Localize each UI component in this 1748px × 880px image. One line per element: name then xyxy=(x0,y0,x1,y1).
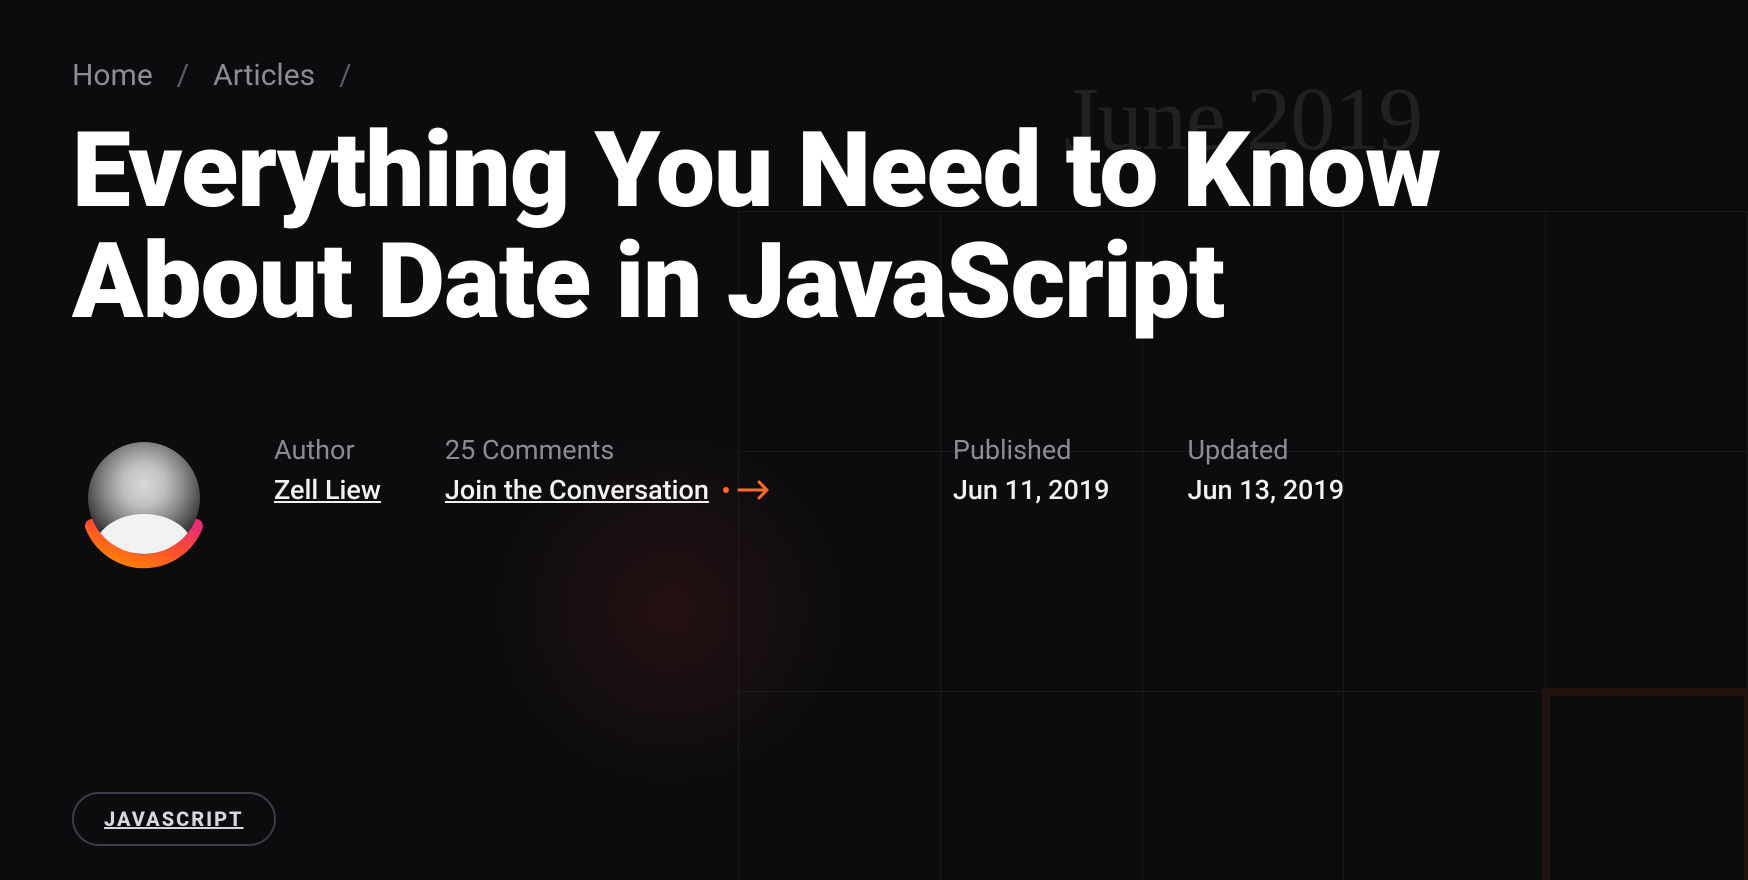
updated-date: Jun 13, 2019 xyxy=(1188,474,1345,506)
meta-row: Author Zell Liew 25 Comments Join the Co… xyxy=(72,434,1676,578)
published-date: Jun 11, 2019 xyxy=(953,474,1110,506)
avatar-image xyxy=(88,442,200,554)
breadcrumb-separator: / xyxy=(177,58,189,93)
tag-javascript[interactable]: JAVASCRIPT xyxy=(72,792,276,846)
breadcrumb-home[interactable]: Home xyxy=(72,58,153,93)
breadcrumb: Home / Articles / xyxy=(72,58,1676,93)
author-name-link[interactable]: Zell Liew xyxy=(274,474,381,506)
meta-comments: 25 Comments Join the Conversation xyxy=(445,434,771,506)
page-title: Everything You Need to Know About Date i… xyxy=(72,115,1676,338)
published-label: Published xyxy=(953,434,1110,466)
meta-author: Author Zell Liew xyxy=(274,434,381,506)
tag-row: JAVASCRIPT xyxy=(72,792,276,846)
meta-updated: Updated Jun 13, 2019 xyxy=(1188,434,1345,506)
breadcrumb-articles[interactable]: Articles xyxy=(213,58,315,93)
join-conversation-link[interactable]: Join the Conversation xyxy=(445,474,771,506)
join-conversation-text: Join the Conversation xyxy=(445,474,709,506)
updated-label: Updated xyxy=(1188,434,1345,466)
author-avatar[interactable] xyxy=(72,434,216,578)
meta-published: Published Jun 11, 2019 xyxy=(953,434,1110,506)
comments-count-label: 25 Comments xyxy=(445,434,771,466)
breadcrumb-separator: / xyxy=(339,58,351,93)
arrow-right-icon xyxy=(723,480,771,500)
author-label: Author xyxy=(274,434,381,466)
